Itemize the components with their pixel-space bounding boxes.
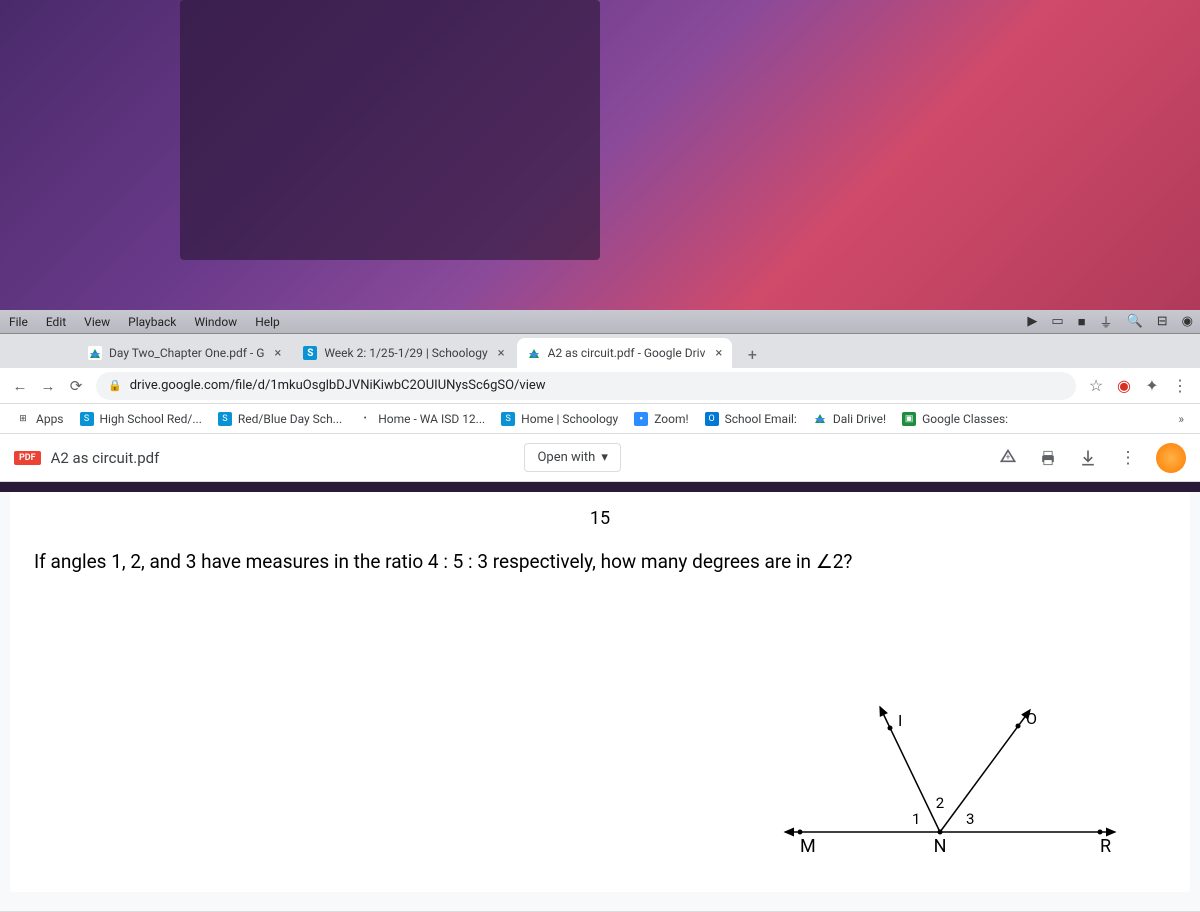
print-icon[interactable] xyxy=(1030,440,1066,476)
bookmarks-bar: ⊞Apps SHigh School Red/... SRed/Blue Day… xyxy=(0,404,1200,434)
tab-label: A2 as circuit.pdf - Google Driv xyxy=(548,346,706,360)
desktop-background xyxy=(0,0,1200,310)
pdf-page: 15 If angles 1, 2, and 3 have measures i… xyxy=(10,492,1190,892)
label-angle-2: 2 xyxy=(936,794,944,812)
tab-1[interactable]: S Week 2: 1/25-1/29 | Schoology × xyxy=(293,338,514,368)
tray-battery-icon[interactable]: ■ xyxy=(1071,314,1093,330)
pdf-badge: PDF xyxy=(14,451,41,465)
tab-0[interactable]: Day Two_Chapter One.pdf - G × xyxy=(78,338,291,368)
add-to-drive-icon[interactable]: + xyxy=(990,440,1026,476)
drive-icon xyxy=(813,412,827,426)
drive-icon xyxy=(527,346,541,360)
lock-icon: 🔒 xyxy=(108,379,122,392)
apps-grid-icon: ⊞ xyxy=(16,412,30,426)
tray-screen-icon[interactable]: ▭ xyxy=(1044,314,1070,329)
document-viewport[interactable]: 15 If angles 1, 2, and 3 have measures i… xyxy=(0,492,1200,912)
label-N: N xyxy=(934,836,947,857)
tray-search-icon[interactable]: 🔍 xyxy=(1120,314,1150,329)
schoology-icon: S xyxy=(501,412,515,426)
chrome-menu-icon[interactable]: ⋮ xyxy=(1166,372,1194,400)
zoom-icon: ▪ xyxy=(634,412,648,426)
bookmark-email[interactable]: OSchool Email: xyxy=(697,407,805,431)
back-button[interactable]: ← xyxy=(6,372,34,400)
bookmark-hs-red[interactable]: SHigh School Red/... xyxy=(72,407,210,431)
schoology-icon: S xyxy=(303,346,317,360)
caret-down-icon: ▾ xyxy=(601,450,608,465)
tray-siri-icon[interactable]: ◉ xyxy=(1175,314,1200,329)
svg-text:+: + xyxy=(1006,452,1011,462)
menu-edit[interactable]: Edit xyxy=(37,315,75,329)
tray-control-icon[interactable]: ⊟ xyxy=(1150,314,1175,329)
document-title: A2 as circuit.pdf xyxy=(51,449,160,467)
menu-file[interactable]: File xyxy=(0,315,37,329)
menu-help[interactable]: Help xyxy=(246,315,289,329)
classroom-icon: ▣ xyxy=(902,412,916,426)
bookmark-google-classes[interactable]: ▣Google Classes: xyxy=(894,407,1016,431)
outlook-icon: O xyxy=(705,412,719,426)
bookmark-apps[interactable]: ⊞Apps xyxy=(8,407,72,431)
schoology-icon: S xyxy=(218,412,232,426)
account-icon[interactable]: ◉ xyxy=(1110,372,1138,400)
drive-icon xyxy=(88,346,102,360)
reload-button[interactable]: ⟳ xyxy=(62,372,90,400)
user-avatar[interactable] xyxy=(1156,443,1186,473)
bookmark-zoom[interactable]: ▪Zoom! xyxy=(626,407,696,431)
extensions-icon[interactable]: ✦ xyxy=(1138,372,1166,400)
address-bar[interactable]: 🔒 drive.google.com/file/d/1mkuOsglbDJVNi… xyxy=(96,372,1076,400)
problem-number: 15 xyxy=(34,508,1166,529)
menu-window[interactable]: Window xyxy=(185,315,246,329)
tray-wifi-icon[interactable]: ⏚ xyxy=(1093,312,1120,331)
label-angle-1: 1 xyxy=(912,810,920,828)
bookmarks-overflow-icon[interactable]: » xyxy=(1170,412,1192,426)
open-with-button[interactable]: Open with ▾ xyxy=(524,443,620,472)
tab-2-active[interactable]: A2 as circuit.pdf - Google Driv × xyxy=(517,338,733,368)
menu-view[interactable]: View xyxy=(75,315,119,329)
tab-strip: Day Two_Chapter One.pdf - G × S Week 2: … xyxy=(0,334,1200,368)
bookmark-redblue[interactable]: SRed/Blue Day Sch... xyxy=(210,407,350,431)
more-actions-icon[interactable]: ⋮ xyxy=(1110,440,1146,476)
tab-label: Day Two_Chapter One.pdf - G xyxy=(109,346,264,360)
close-icon[interactable]: × xyxy=(274,346,281,361)
site-icon: • xyxy=(358,412,372,426)
download-icon[interactable] xyxy=(1070,440,1106,476)
question-text: If angles 1, 2, and 3 have measures in t… xyxy=(34,549,1166,576)
chrome-window: Day Two_Chapter One.pdf - G × S Week 2: … xyxy=(0,334,1200,912)
drive-header: PDF A2 as circuit.pdf Open with ▾ + ⋮ xyxy=(0,434,1200,482)
label-I: I xyxy=(898,711,902,730)
close-icon[interactable]: × xyxy=(715,346,722,361)
new-tab-button[interactable]: + xyxy=(738,340,766,368)
mac-menubar: File Edit View Playback Window Help ▶ ▭ … xyxy=(0,310,1200,334)
label-R: R xyxy=(1100,836,1111,857)
menu-playback[interactable]: Playback xyxy=(119,315,185,329)
label-O: O xyxy=(1026,709,1037,728)
bookmark-schoology-home[interactable]: SHome | Schoology xyxy=(493,407,626,431)
label-angle-3: 3 xyxy=(966,810,974,828)
close-icon[interactable]: × xyxy=(498,346,505,361)
bookmark-dali-drive[interactable]: Dali Drive! xyxy=(805,407,894,431)
star-icon[interactable]: ☆ xyxy=(1082,372,1110,400)
tab-label: Week 2: 1/25-1/29 | Schoology xyxy=(324,346,487,360)
browser-toolbar: ← → ⟳ 🔒 drive.google.com/file/d/1mkuOsgl… xyxy=(0,368,1200,404)
label-M: M xyxy=(800,836,816,857)
geometry-figure: M R N I O 1 2 3 xyxy=(770,682,1130,862)
url-text: drive.google.com/file/d/1mkuOsglbDJVNiKi… xyxy=(130,378,546,393)
bookmark-waisd[interactable]: •Home - WA ISD 12... xyxy=(350,407,493,431)
forward-button[interactable]: → xyxy=(34,372,62,400)
tray-play-icon[interactable]: ▶ xyxy=(1020,314,1044,329)
schoology-icon: S xyxy=(80,412,94,426)
